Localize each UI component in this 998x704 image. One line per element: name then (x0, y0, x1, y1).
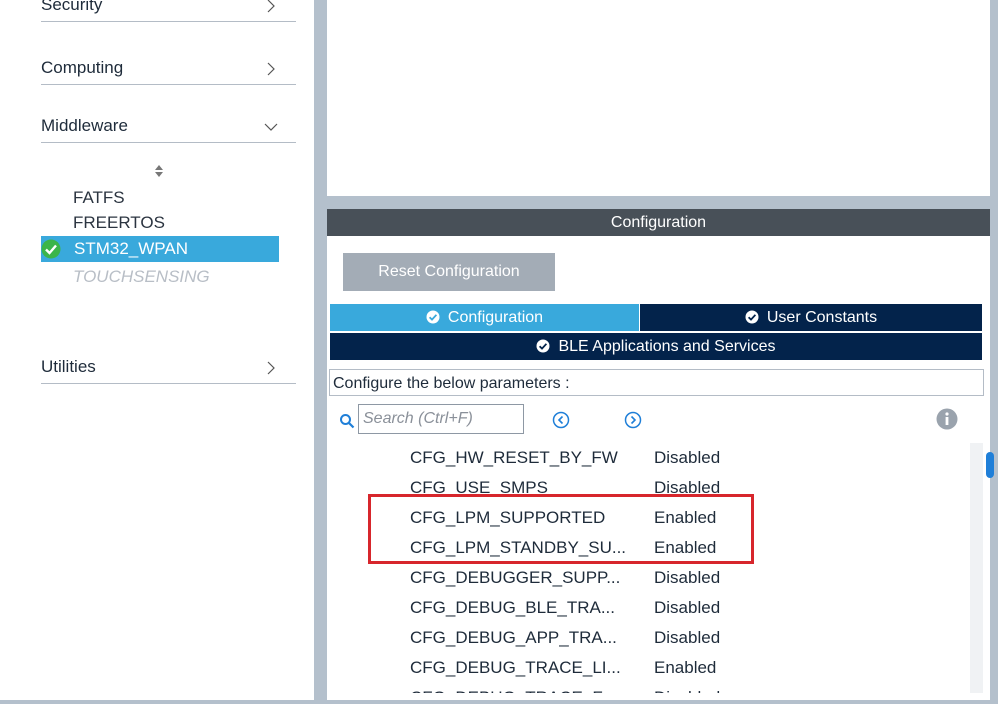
parameter-name: CFG_LPM_STANDBY_SU... (410, 538, 627, 557)
chevron-right-icon (267, 361, 275, 375)
pane-splitter[interactable] (327, 196, 990, 209)
parameter-search-input[interactable] (358, 404, 524, 434)
tab-label: User Constants (766, 309, 878, 326)
category-computing[interactable]: Computing (41, 54, 296, 85)
tab-ble-applications-and-services[interactable]: BLE Applications and Services (330, 333, 982, 360)
category-label: Security (41, 0, 103, 14)
configuration-tabs: Configuration User Constants BLE Applica… (330, 304, 982, 362)
parameter-row[interactable]: CFG_DEBUGGER_SUPP... Disabled (340, 563, 960, 593)
parameter-row[interactable]: CFG_HW_RESET_BY_FW Disabled (340, 443, 960, 473)
category-security[interactable]: Security (41, 0, 296, 22)
parameter-value: Disabled (654, 598, 721, 617)
tab-label: BLE Applications and Services (558, 338, 776, 355)
parameter-name: CFG_DEBUG_TRACE_F... (410, 683, 615, 693)
info-icon[interactable] (936, 408, 958, 430)
category-middleware[interactable]: Middleware (41, 112, 296, 143)
middleware-item-stm32-wpan[interactable]: STM32_WPAN (41, 236, 279, 262)
parameter-name: CFG_DEBUG_TRACE_LI... (410, 658, 621, 677)
parameter-row[interactable]: CFG_LPM_STANDBY_SU... Enabled (340, 533, 960, 563)
search-icon (340, 414, 355, 429)
parameter-row[interactable]: CFG_DEBUG_TRACE_LI... Enabled (340, 653, 960, 683)
parameter-row[interactable]: CFG_DEBUG_APP_TRA... Disabled (340, 623, 960, 653)
chevron-down-icon (264, 123, 278, 131)
category-sidebar: Security Computing Middleware FATFS FREE… (0, 0, 314, 704)
middleware-item-label: STM32_WPAN (74, 239, 188, 258)
parameter-name: CFG_USE_SMPS (410, 478, 548, 497)
check-circle-icon (426, 310, 440, 324)
parameter-value: Disabled (654, 568, 721, 587)
check-circle-icon (536, 339, 550, 353)
parameter-value: Disabled (654, 683, 720, 693)
parameter-name: CFG_LPM_SUPPORTED (410, 508, 606, 527)
scrollbar-thumb[interactable] (986, 452, 994, 478)
parameter-value: Disabled (654, 448, 721, 467)
middleware-item-freertos[interactable]: FREERTOS (73, 213, 165, 233)
chevron-right-icon (267, 0, 275, 13)
middleware-item-touchsensing: TOUCHSENSING (73, 267, 210, 286)
category-label: Computing (41, 58, 124, 77)
middleware-item-fatfs[interactable]: FATFS (73, 188, 125, 208)
previous-match-icon[interactable] (552, 411, 570, 429)
category-label: Utilities (41, 357, 96, 376)
panel-splitter[interactable] (314, 0, 327, 704)
reset-configuration-button[interactable]: Reset Configuration (343, 253, 555, 291)
tab-label: Configuration (447, 309, 544, 326)
parameter-name: CFG_DEBUGGER_SUPP... (410, 568, 621, 587)
parameter-row[interactable]: CFG_USE_SMPS Disabled (340, 473, 960, 503)
category-utilities[interactable]: Utilities (41, 353, 296, 384)
parameter-name: CFG_HW_RESET_BY_FW (410, 448, 618, 467)
mode-pane (327, 0, 990, 196)
configuration-header: Configuration (327, 209, 990, 236)
check-circle-icon (41, 239, 61, 259)
tab-user-constants[interactable]: User Constants (640, 304, 982, 331)
window-edge (990, 0, 998, 704)
category-label: Middleware (41, 116, 128, 135)
check-circle-icon (745, 310, 759, 324)
parameters-caption: Configure the below parameters : (329, 369, 984, 396)
parameter-value: Disabled (654, 478, 721, 497)
parameter-row[interactable]: CFG_DEBUG_TRACE_F... Disabled (340, 683, 960, 693)
tab-configuration[interactable]: Configuration (330, 304, 639, 331)
parameter-name: CFG_DEBUG_BLE_TRA... (410, 598, 616, 617)
parameter-scrollbar[interactable] (970, 443, 983, 693)
parameter-list: CFG_HW_RESET_BY_FW Disabled CFG_USE_SMPS… (340, 443, 965, 693)
chevron-right-icon (267, 62, 275, 76)
parameter-value: Enabled (654, 508, 717, 527)
parameter-value: Enabled (654, 538, 717, 557)
window-bottom-edge (0, 700, 998, 704)
sort-icon[interactable] (151, 162, 167, 180)
parameter-row[interactable]: CFG_LPM_SUPPORTED Enabled (340, 503, 960, 533)
parameter-value: Disabled (654, 628, 721, 647)
parameter-name: CFG_DEBUG_APP_TRA... (410, 628, 617, 647)
parameter-value: Enabled (654, 658, 717, 677)
parameter-row[interactable]: CFG_DEBUG_BLE_TRA... Disabled (340, 593, 960, 623)
next-match-icon[interactable] (624, 411, 642, 429)
